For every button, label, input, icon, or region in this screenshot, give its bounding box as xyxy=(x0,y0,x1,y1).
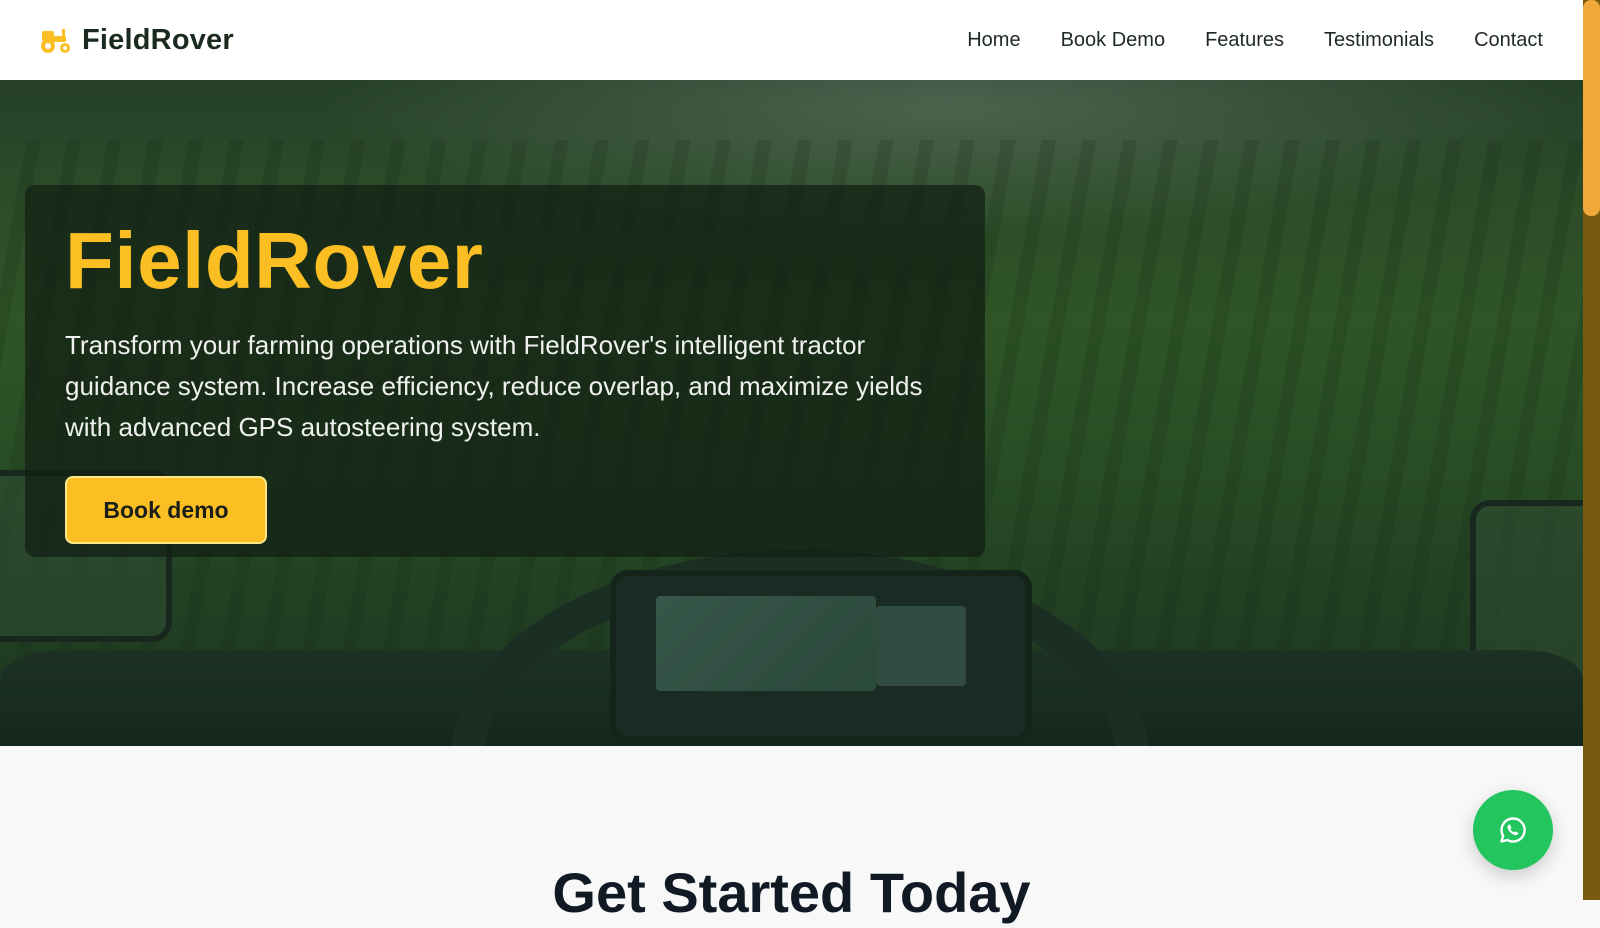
whatsapp-icon xyxy=(1500,817,1526,843)
brand-name: FieldRover xyxy=(82,23,234,56)
brand-logo[interactable]: FieldRover xyxy=(38,24,234,57)
whatsapp-button[interactable] xyxy=(1473,790,1553,870)
scrollbar-thumb[interactable] xyxy=(1583,0,1600,216)
nav-features[interactable]: Features xyxy=(1205,29,1284,52)
nav-testimonials[interactable]: Testimonials xyxy=(1324,29,1434,52)
main-nav: Home Book Demo Features Testimonials Con… xyxy=(967,29,1543,52)
nav-home[interactable]: Home xyxy=(967,29,1020,52)
book-demo-button[interactable]: Book demo xyxy=(65,476,267,544)
top-navbar: FieldRover Home Book Demo Features Testi… xyxy=(0,0,1583,80)
hero-card: FieldRover Transform your farming operat… xyxy=(25,185,985,557)
hero-description: Transform your farming operations with F… xyxy=(65,330,923,442)
hero-section: FieldRover Transform your farming operat… xyxy=(0,80,1583,746)
hero-title: FieldRover xyxy=(65,216,484,305)
nav-contact[interactable]: Contact xyxy=(1474,29,1543,52)
tractor-icon xyxy=(41,29,70,53)
nav-book-demo[interactable]: Book Demo xyxy=(1061,29,1166,52)
section-title: Get Started Today xyxy=(552,861,1031,924)
